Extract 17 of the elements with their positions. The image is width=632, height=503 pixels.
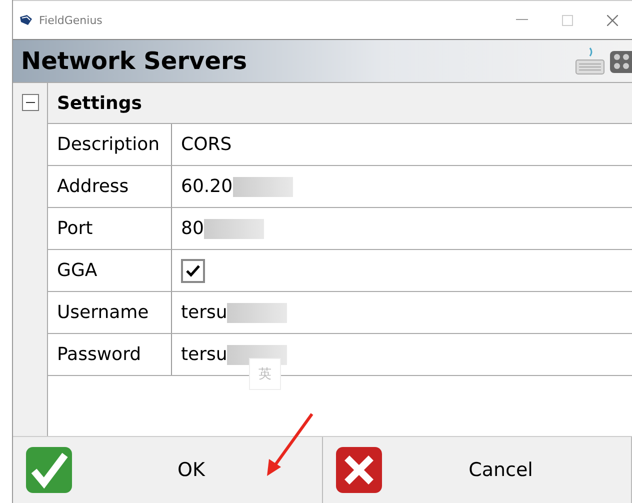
property-value[interactable]: tersu	[181, 344, 228, 365]
window-title: FieldGenius	[39, 14, 102, 26]
property-value[interactable]: tersu	[181, 302, 228, 323]
minimize-icon[interactable]	[516, 19, 528, 21]
checkbox[interactable]	[181, 258, 205, 282]
property-value[interactable]: 60.20	[181, 176, 233, 197]
close-icon[interactable]	[607, 14, 618, 26]
section-header[interactable]: Settings	[48, 83, 632, 124]
x-mark-icon	[334, 446, 382, 494]
page-title: Network Servers	[21, 47, 248, 75]
property-value[interactable]: 80	[181, 218, 204, 239]
collapse-icon[interactable]	[22, 94, 38, 111]
app-logo-icon	[19, 14, 33, 26]
ime-indicator: 英	[249, 358, 281, 390]
annotation-arrow	[265, 413, 315, 477]
checkmark-icon	[25, 446, 73, 494]
property-value[interactable]: CORS	[181, 134, 232, 155]
